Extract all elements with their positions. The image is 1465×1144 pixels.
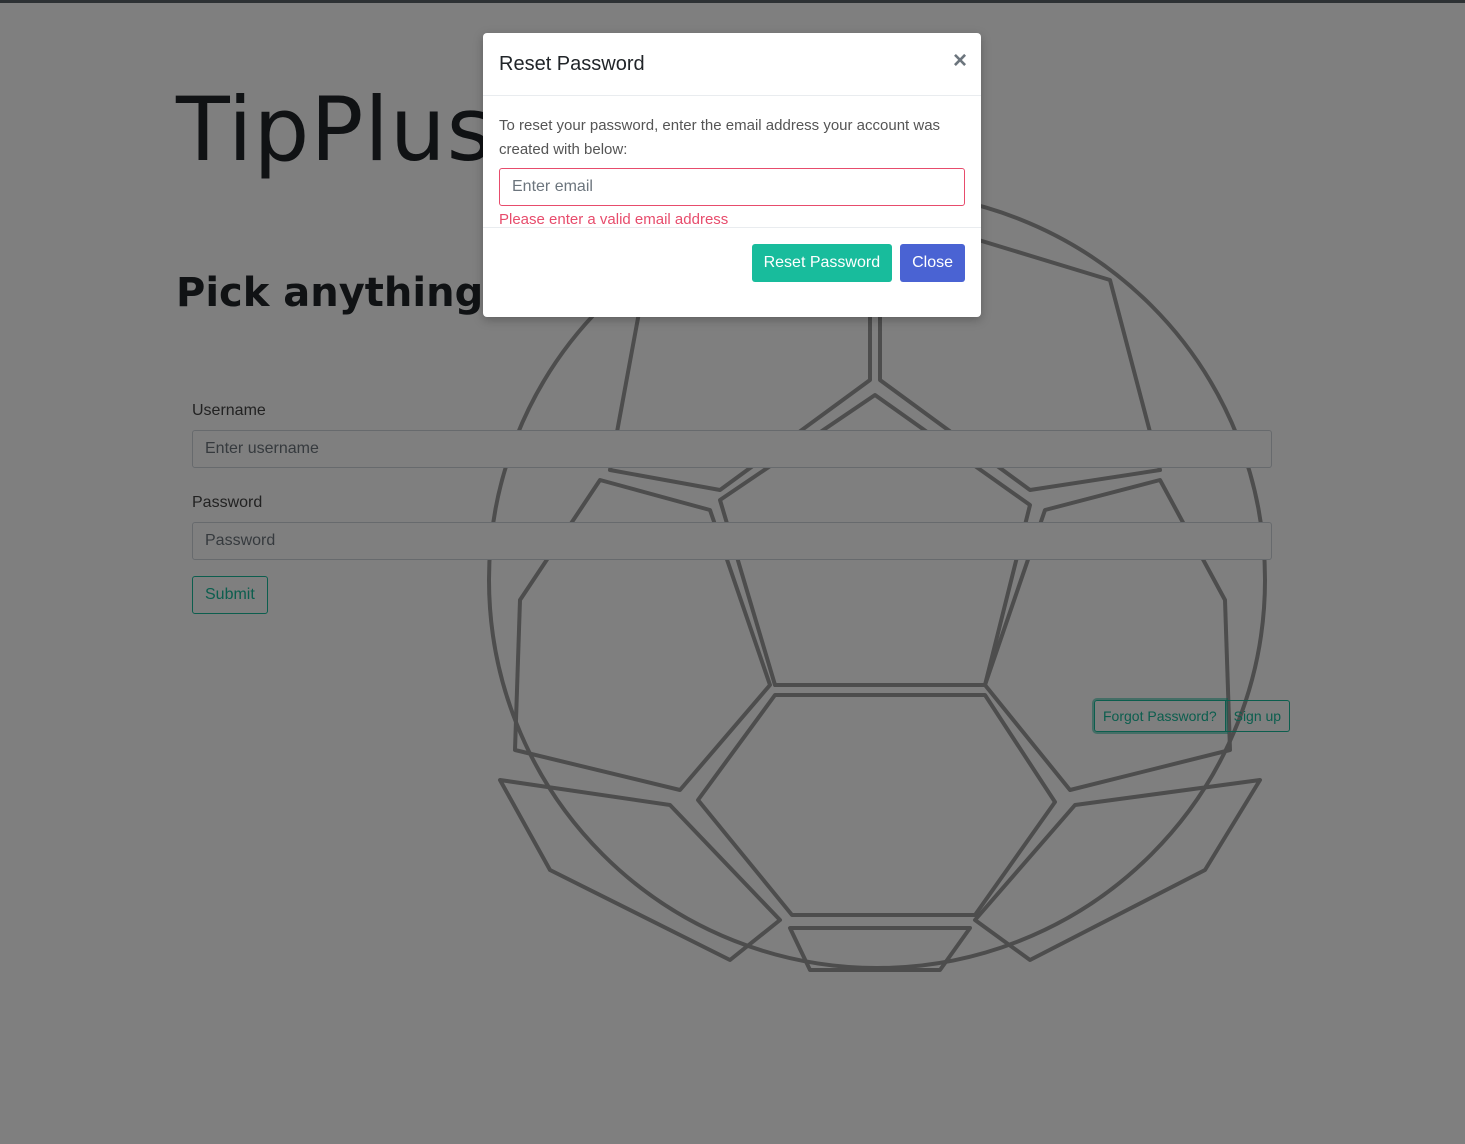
- modal-title: Reset Password: [499, 53, 645, 75]
- email-error-message: Please enter a valid email address: [499, 211, 729, 228]
- email-input[interactable]: [499, 168, 965, 206]
- close-button[interactable]: Close: [900, 244, 965, 282]
- close-icon[interactable]: ×: [953, 49, 967, 73]
- reset-password-modal: Reset Password × To reset your password,…: [483, 33, 981, 317]
- modal-footer: Reset Password Close: [483, 228, 981, 282]
- modal-description: To reset your password, enter the email …: [499, 117, 941, 158]
- modal-body: To reset your password, enter the email …: [483, 96, 981, 228]
- reset-password-button[interactable]: Reset Password: [751, 244, 893, 282]
- modal-header: Reset Password ×: [483, 33, 981, 96]
